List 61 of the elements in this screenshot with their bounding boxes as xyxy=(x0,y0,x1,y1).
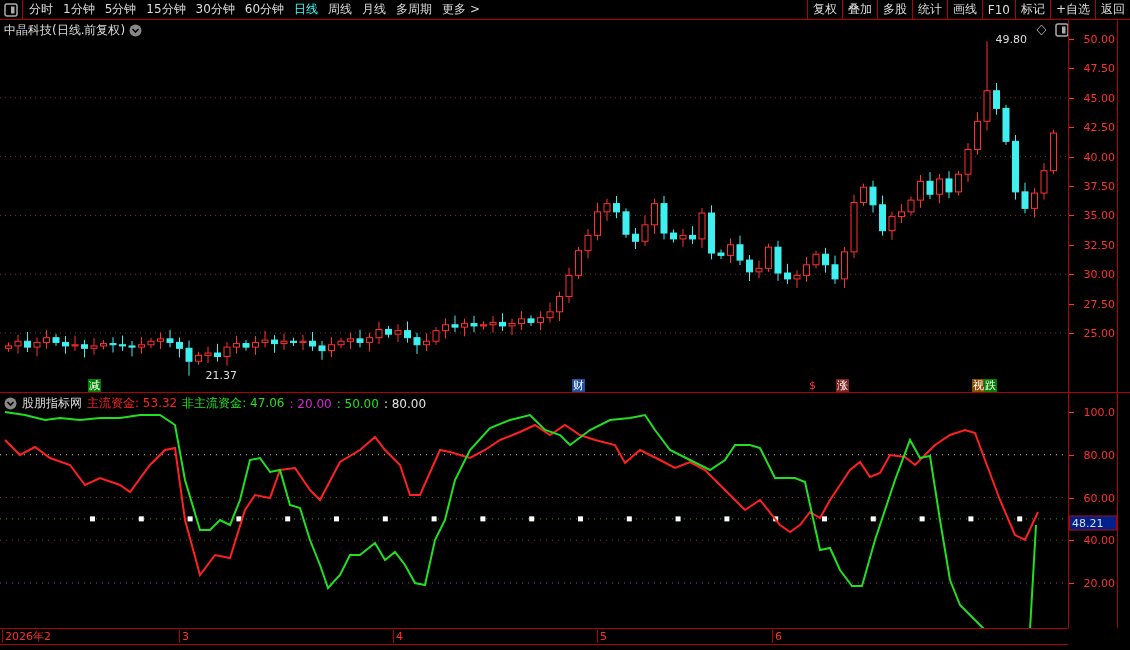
period-tab[interactable]: 5分钟 xyxy=(100,0,141,19)
legend-item: : 20.00 xyxy=(289,396,332,411)
price-tick: 25.00 xyxy=(1083,326,1115,340)
date-label: 5 xyxy=(597,630,607,643)
toolbar-button[interactable]: 统计 xyxy=(911,0,947,19)
toolbar-button[interactable]: +自选 xyxy=(1049,0,1095,19)
dropdown-icon[interactable] xyxy=(4,397,17,410)
price-tick: 27.50 xyxy=(1083,297,1115,311)
price-tick: 35.00 xyxy=(1083,208,1115,222)
current-value-label: 48.21 xyxy=(1069,515,1117,531)
toolbar-button[interactable]: 叠加 xyxy=(841,0,877,19)
event-marker[interactable]: 减 xyxy=(88,379,101,392)
dropdown-icon[interactable] xyxy=(129,24,143,37)
period-tab[interactable]: 日线 xyxy=(290,0,323,19)
price-tick: 30.00 xyxy=(1083,267,1115,281)
event-marker[interactable]: 跌 xyxy=(984,379,997,392)
indicator-tick: 80.00 xyxy=(1083,448,1115,462)
price-tick: 42.50 xyxy=(1083,120,1115,134)
period-tab[interactable]: 周线 xyxy=(324,0,357,19)
legend-item: 主流资金: 53.32 xyxy=(87,395,178,412)
date-label: 6 xyxy=(772,630,782,643)
indicator-tick: 40.00 xyxy=(1083,533,1115,547)
legend-item: : 50.00 xyxy=(336,396,379,411)
toolbar-button[interactable]: 画线 xyxy=(946,0,982,19)
toolbar-button[interactable]: F10 xyxy=(981,0,1015,19)
period-tab[interactable]: 月线 xyxy=(358,0,391,19)
period-tab[interactable]: 分时 xyxy=(25,0,57,19)
period-tab[interactable]: 多周期 xyxy=(392,0,437,19)
legend-item: : 80.00 xyxy=(383,396,427,411)
period-tab[interactable]: 更多 > xyxy=(438,0,484,19)
panel-toggle-icon[interactable] xyxy=(4,2,18,17)
period-tab[interactable]: 60分钟 xyxy=(240,0,289,19)
date-label: 3 xyxy=(179,630,189,643)
price-tick: 50.00 xyxy=(1083,32,1115,46)
low-price-label: 21.37 xyxy=(205,368,237,382)
event-marker[interactable]: $ xyxy=(808,379,817,392)
diamond-icon[interactable] xyxy=(1036,23,1047,37)
legend-item: 非主流资金: 47.06 xyxy=(182,395,285,412)
panel-toggle-icon[interactable] xyxy=(1055,23,1068,37)
chart-title: 中晶科技(日线.前复权) xyxy=(4,22,126,39)
toolbar-button[interactable]: 返回 xyxy=(1095,0,1130,19)
toolbar-button[interactable]: 标记 xyxy=(1014,0,1050,19)
toolbar-button[interactable]: 复权 xyxy=(806,0,842,19)
toolbar-button[interactable]: 多股 xyxy=(876,0,912,19)
period-tab[interactable]: 1分钟 xyxy=(59,0,99,19)
period-tab[interactable]: 15分钟 xyxy=(142,0,190,19)
indicator-tick: 20.00 xyxy=(1083,576,1115,590)
event-marker[interactable]: 财 xyxy=(572,379,585,392)
price-tick: 37.50 xyxy=(1083,179,1115,193)
indicator-tick: 60.00 xyxy=(1083,491,1115,504)
price-tick: 47.50 xyxy=(1083,61,1115,75)
price-tick: 40.00 xyxy=(1083,150,1115,164)
date-label: 2026年2 xyxy=(2,630,51,643)
event-marker[interactable]: 涨 xyxy=(836,379,849,392)
price-tick: 32.50 xyxy=(1083,238,1115,252)
period-tab[interactable]: 30分钟 xyxy=(191,0,239,19)
price-tick: 45.00 xyxy=(1083,91,1115,105)
indicator-tick: 100.0 xyxy=(1083,405,1115,419)
date-label: 4 xyxy=(393,630,403,643)
high-price-label: 49.80 xyxy=(995,33,1027,47)
indicator-name: 股朋指标网 xyxy=(22,395,82,412)
